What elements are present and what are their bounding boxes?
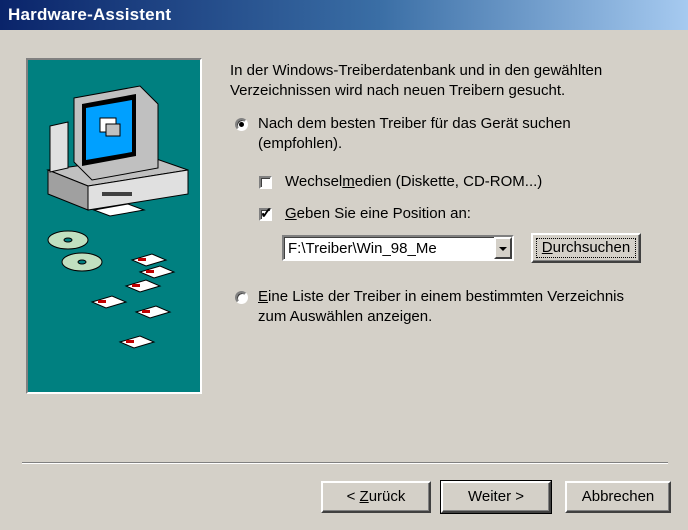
location-combobox-value[interactable]: F:\Treiber\Win_98_Me <box>288 239 437 259</box>
chevron-down-icon <box>499 247 507 251</box>
combobox-dropdown-button[interactable] <box>494 237 512 259</box>
title-bar: Hardware-Assistent <box>0 0 688 30</box>
focus-rectangle <box>536 238 636 258</box>
separator-line <box>22 462 668 464</box>
window-title: Hardware-Assistent <box>8 5 172 24</box>
checkbox-removable-media-label[interactable]: Wechselmedien (Diskette, CD-ROM...) <box>285 172 542 192</box>
checkmark-icon: ✓ <box>260 205 273 222</box>
location-combobox[interactable]: F:\Treiber\Win_98_Me <box>282 235 514 261</box>
radio-list-drivers[interactable] <box>235 291 248 304</box>
radio-list-drivers-label-line1[interactable]: Eine Liste der Treiber in einem bestimmt… <box>258 287 624 307</box>
next-button[interactable]: Weiter > <box>440 480 552 514</box>
cancel-button[interactable]: Abbrechen <box>565 481 671 513</box>
radio-selected-dot <box>239 122 244 127</box>
checkbox-removable-media[interactable] <box>259 176 272 189</box>
radio-search-best-driver-label-line2[interactable]: (empfohlen). <box>258 134 342 154</box>
wizard-illustration <box>26 58 202 394</box>
browse-button[interactable]: Durchsuchen <box>531 233 641 263</box>
intro-text: In der Windows-Treiberdatenbank und in d… <box>230 62 603 99</box>
checkbox-specify-location[interactable]: ✓ <box>259 205 273 222</box>
checkbox-specify-location-label[interactable]: Geben Sie eine Position an: <box>285 204 471 224</box>
radio-search-best-driver-label-line1[interactable]: Nach dem besten Treiber für das Gerät su… <box>258 114 571 134</box>
radio-list-drivers-label-line2[interactable]: zum Auswählen anzeigen. <box>258 307 432 327</box>
radio-search-best-driver[interactable] <box>235 118 248 131</box>
back-button[interactable]: < Zurück <box>321 481 431 513</box>
